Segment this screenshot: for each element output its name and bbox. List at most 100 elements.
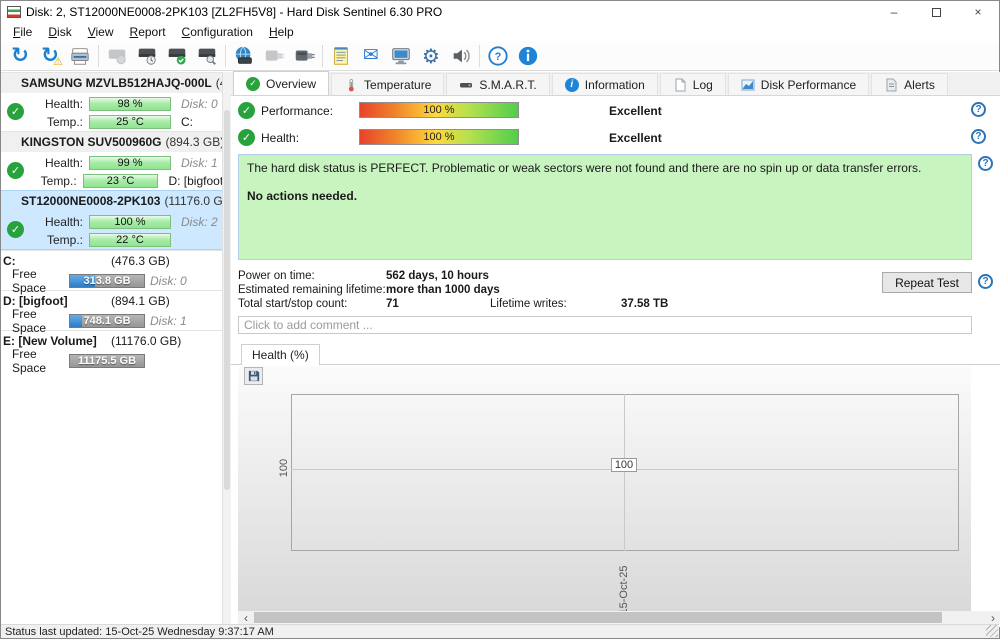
disk-item-seagate-selected[interactable]: ST12000NE0008-2PK103 (11176.0 GB) Health… [1, 190, 222, 250]
data-point-label: 100 [611, 458, 637, 472]
partition-item-d[interactable]: D: [bigfoot] (894.1 GB) Free Space 748.1… [1, 290, 222, 330]
report-icon[interactable] [65, 43, 95, 69]
partition-name: C: [3, 254, 16, 268]
disk-size: (476.9 GB) [216, 76, 222, 90]
disk-number: Disk: 0 [150, 274, 187, 288]
disk-search-icon[interactable] [192, 43, 222, 69]
disk-power-icon[interactable] [289, 43, 319, 69]
page-icon [673, 78, 687, 92]
refresh-icon[interactable]: ↻ [5, 43, 35, 69]
network-computer-icon[interactable] [386, 43, 416, 69]
disk-ok-icon [7, 103, 24, 120]
menubar: File Disk View Report Configuration Help [1, 23, 999, 41]
partition-size: (894.1 GB) [111, 294, 170, 308]
tab-information[interactable]: Information [552, 73, 658, 95]
menu-report[interactable]: Report [122, 24, 174, 40]
free-space-bar: 313.8 GB [69, 274, 145, 288]
email-icon[interactable]: ✉ [356, 43, 386, 69]
info-icon[interactable] [513, 43, 543, 69]
scroll-right-icon[interactable] [985, 611, 1000, 624]
partition-item-c[interactable]: C: (476.3 GB) Free Space 313.8 GB Disk: … [1, 250, 222, 290]
performance-row: Performance: 100 % Excellent [231, 102, 994, 120]
disk-item-samsung[interactable]: SAMSUNG MZVLB512HAJQ-000L (476.9 GB) Hea… [1, 72, 222, 131]
disk-number: Disk: 2 [181, 215, 218, 229]
disk-list-sidebar: SAMSUNG MZVLB512HAJQ-000L (476.9 GB) Hea… [1, 72, 223, 624]
partition-item-e[interactable]: E: [New Volume] (11176.0 GB) Free Space … [1, 330, 222, 370]
toolbar-separator [98, 45, 99, 67]
performance-label: Performance: [261, 104, 333, 118]
disk-header: KINGSTON SUV500960G (894.3 GB) [1, 132, 222, 152]
scrollbar-thumb[interactable] [254, 612, 942, 623]
tab-log[interactable]: Log [660, 73, 726, 95]
health-bar: 100 % [89, 215, 171, 229]
disk-overview-icon[interactable] [102, 43, 132, 69]
titlebar: Disk: 2, ST12000NE0008-2PK103 [ZL2FH5V8]… [1, 1, 999, 23]
partition-name: D: [bigfoot] [3, 294, 68, 308]
window-title: Disk: 2, ST12000NE0008-2PK103 [ZL2FH5V8]… [26, 5, 442, 19]
menu-view[interactable]: View [80, 24, 122, 40]
info-icon [565, 78, 579, 92]
sound-icon[interactable] [446, 43, 476, 69]
comment-input[interactable] [238, 316, 972, 334]
notepad-icon[interactable] [326, 43, 356, 69]
help-icon[interactable] [971, 102, 986, 117]
menu-disk[interactable]: Disk [40, 24, 79, 40]
health-gauge: 100 % [359, 129, 519, 145]
help-icon[interactable]: ? [483, 43, 513, 69]
network-disk-icon[interactable] [229, 43, 259, 69]
maximize-button[interactable] [915, 1, 957, 23]
help-icon[interactable] [978, 274, 993, 289]
settings-gear-icon[interactable]: ⚙ [416, 43, 446, 69]
performance-gauge: 100 % [359, 102, 519, 118]
disk-name: KINGSTON SUV500960G [21, 135, 162, 149]
disk-header: SAMSUNG MZVLB512HAJQ-000L (476.9 GB) [1, 73, 222, 93]
sidebar-scrollbar[interactable] [223, 72, 231, 624]
minimize-button[interactable]: – [873, 1, 915, 23]
toolbar-separator [225, 45, 226, 67]
menu-configuration[interactable]: Configuration [174, 24, 261, 40]
disk-clock-icon[interactable] [132, 43, 162, 69]
maximize-icon [932, 8, 941, 17]
help-icon[interactable] [978, 156, 993, 171]
overview-tab-icon [246, 77, 260, 91]
thermometer-icon [344, 78, 358, 92]
toolbar: ↻ ↻⚠ ✉ [1, 41, 999, 71]
disk-ok-icon [7, 221, 24, 238]
chart-horizontal-scrollbar[interactable] [238, 611, 1000, 624]
status-action-text: No actions needed. [247, 189, 963, 203]
free-space-bar: 748.1 GB [69, 314, 145, 328]
power-on-time-label: Power on time: [238, 270, 315, 282]
close-button[interactable]: × [957, 1, 999, 23]
tab-alerts[interactable]: Alerts [871, 73, 948, 95]
tab-overview[interactable]: Overview [233, 71, 329, 95]
temp-bar: 22 °C [89, 233, 171, 247]
refresh-warning-icon[interactable]: ↻⚠ [35, 43, 65, 69]
status-text: The hard disk status is PERFECT. Problem… [247, 161, 963, 175]
disk-check-icon[interactable] [162, 43, 192, 69]
disk-size: (894.3 GB) [166, 135, 222, 149]
tab-disk-performance[interactable]: Disk Performance [728, 73, 869, 95]
scrollbar-thumb[interactable] [224, 110, 230, 490]
partition-name: E: [New Volume] [3, 334, 97, 348]
drive-letter: C: [181, 115, 193, 129]
resize-grip-icon[interactable] [986, 625, 998, 637]
tab-smart[interactable]: S.M.A.R.T. [446, 73, 549, 95]
disk-name: SAMSUNG MZVLB512HAJQ-000L [21, 76, 212, 90]
scroll-left-icon[interactable] [238, 611, 254, 624]
help-icon[interactable] [971, 129, 986, 144]
lifetime-writes-value: 37.58 TB [621, 298, 668, 310]
disk-connect-disabled-icon[interactable] [259, 43, 289, 69]
menu-help[interactable]: Help [261, 24, 302, 40]
save-chart-button[interactable] [244, 367, 263, 385]
disk-item-kingston[interactable]: KINGSTON SUV500960G (894.3 GB) Health: 9… [1, 131, 222, 190]
toolbar-separator [322, 45, 323, 67]
tabstrip: Overview Temperature S.M.A.R.T. Informat… [231, 72, 1000, 96]
tab-temperature[interactable]: Temperature [331, 73, 444, 95]
start-stop-count-label: Total start/stop count: [238, 298, 347, 310]
menu-file[interactable]: File [5, 24, 40, 40]
lifetime-writes-label: Lifetime writes: [490, 298, 567, 310]
repeat-test-button[interactable]: Repeat Test [882, 272, 972, 293]
chart-tab-health[interactable]: Health (%) [241, 344, 320, 365]
chart-plot-area [291, 394, 959, 551]
health-row: Health: 100 % Excellent [231, 129, 994, 147]
